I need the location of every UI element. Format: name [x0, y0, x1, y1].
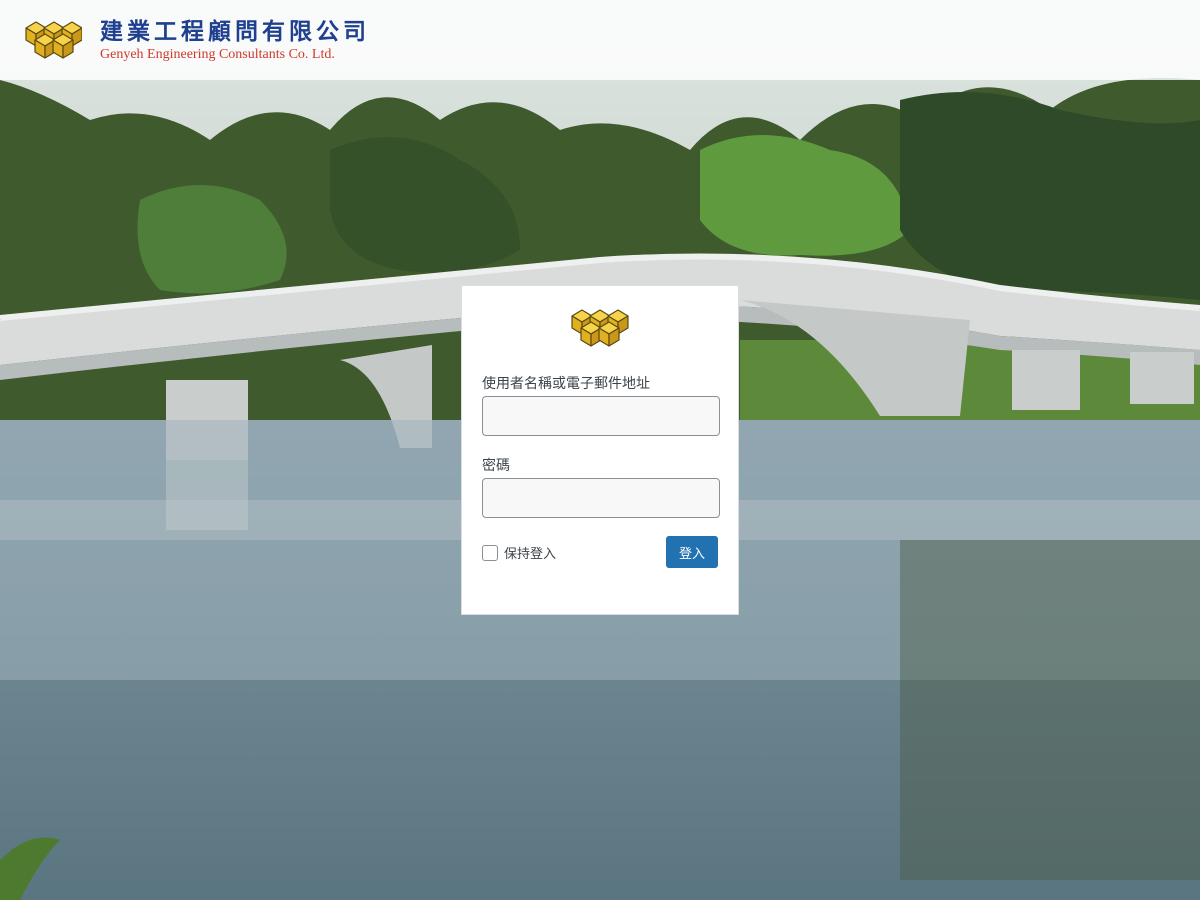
company-name-en: Genyeh Engineering Consultants Co. Ltd.: [100, 46, 335, 62]
login-page: 建業工程顧問有限公司 Genyeh Engineering Consultant…: [0, 0, 1200, 900]
company-logo-icon: [25, 21, 82, 59]
remember-me-option[interactable]: 保持登入: [482, 543, 556, 562]
remember-me-label: 保持登入: [504, 547, 557, 562]
password-input[interactable]: [482, 478, 720, 518]
company-brand-link[interactable]: 建業工程顧問有限公司 Genyeh Engineering Consultant…: [24, 16, 370, 64]
remember-me-checkbox[interactable]: [482, 544, 498, 561]
username-input[interactable]: [482, 396, 720, 436]
company-name: 建業工程顧問有限公司 Genyeh Engineering Consultant…: [100, 18, 370, 63]
login-logo-icon: [571, 309, 629, 347]
site-header: 建業工程顧問有限公司 Genyeh Engineering Consultant…: [0, 0, 1200, 80]
password-label: 密碼: [482, 458, 510, 474]
username-label: 使用者名稱或電子郵件地址: [482, 376, 650, 392]
company-name-zh: 建業工程顧問有限公司: [100, 17, 370, 45]
login-form: 使用者名稱或電子郵件地址 密碼 保持登入 登入: [461, 285, 739, 615]
login-button[interactable]: 登入: [666, 536, 718, 568]
